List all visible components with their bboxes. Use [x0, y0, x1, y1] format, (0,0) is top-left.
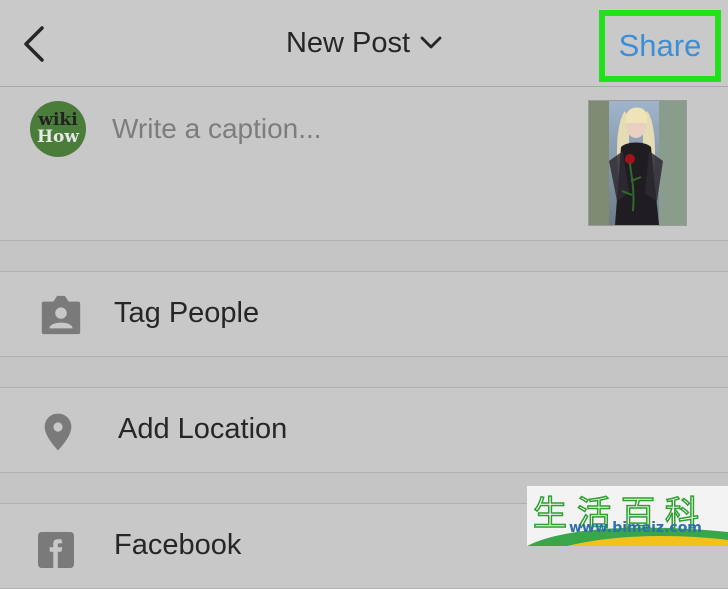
- section-divider: [0, 241, 728, 272]
- chevron-left-icon[interactable]: [20, 24, 50, 64]
- watermark-url: www.bimeiz.com: [569, 520, 702, 536]
- post-thumbnail-image: [589, 101, 686, 225]
- add-location-label: Add Location: [118, 413, 288, 445]
- post-thumbnail: [588, 100, 687, 226]
- section-divider: [0, 357, 728, 388]
- tag-people-row[interactable]: Tag People: [0, 272, 728, 357]
- header-bar: New Post Share: [0, 0, 728, 87]
- avatar-text-line2: How: [36, 127, 80, 147]
- avatar: wiki How: [30, 101, 86, 157]
- share-button-label: Share: [618, 28, 702, 63]
- chevron-down-icon[interactable]: [420, 36, 442, 50]
- location-pin-icon: [44, 413, 72, 451]
- person-tag-icon: [41, 295, 81, 335]
- facebook-icon: [38, 532, 74, 568]
- caption-input[interactable]: [112, 107, 552, 151]
- caption-area: wiki How: [0, 87, 728, 241]
- add-location-row[interactable]: Add Location: [0, 388, 728, 473]
- tag-people-label: Tag People: [114, 297, 260, 329]
- watermark: 生活百科 www.bimeiz.com: [527, 486, 728, 546]
- page-title: New Post: [285, 26, 411, 59]
- share-button[interactable]: Share: [599, 10, 721, 82]
